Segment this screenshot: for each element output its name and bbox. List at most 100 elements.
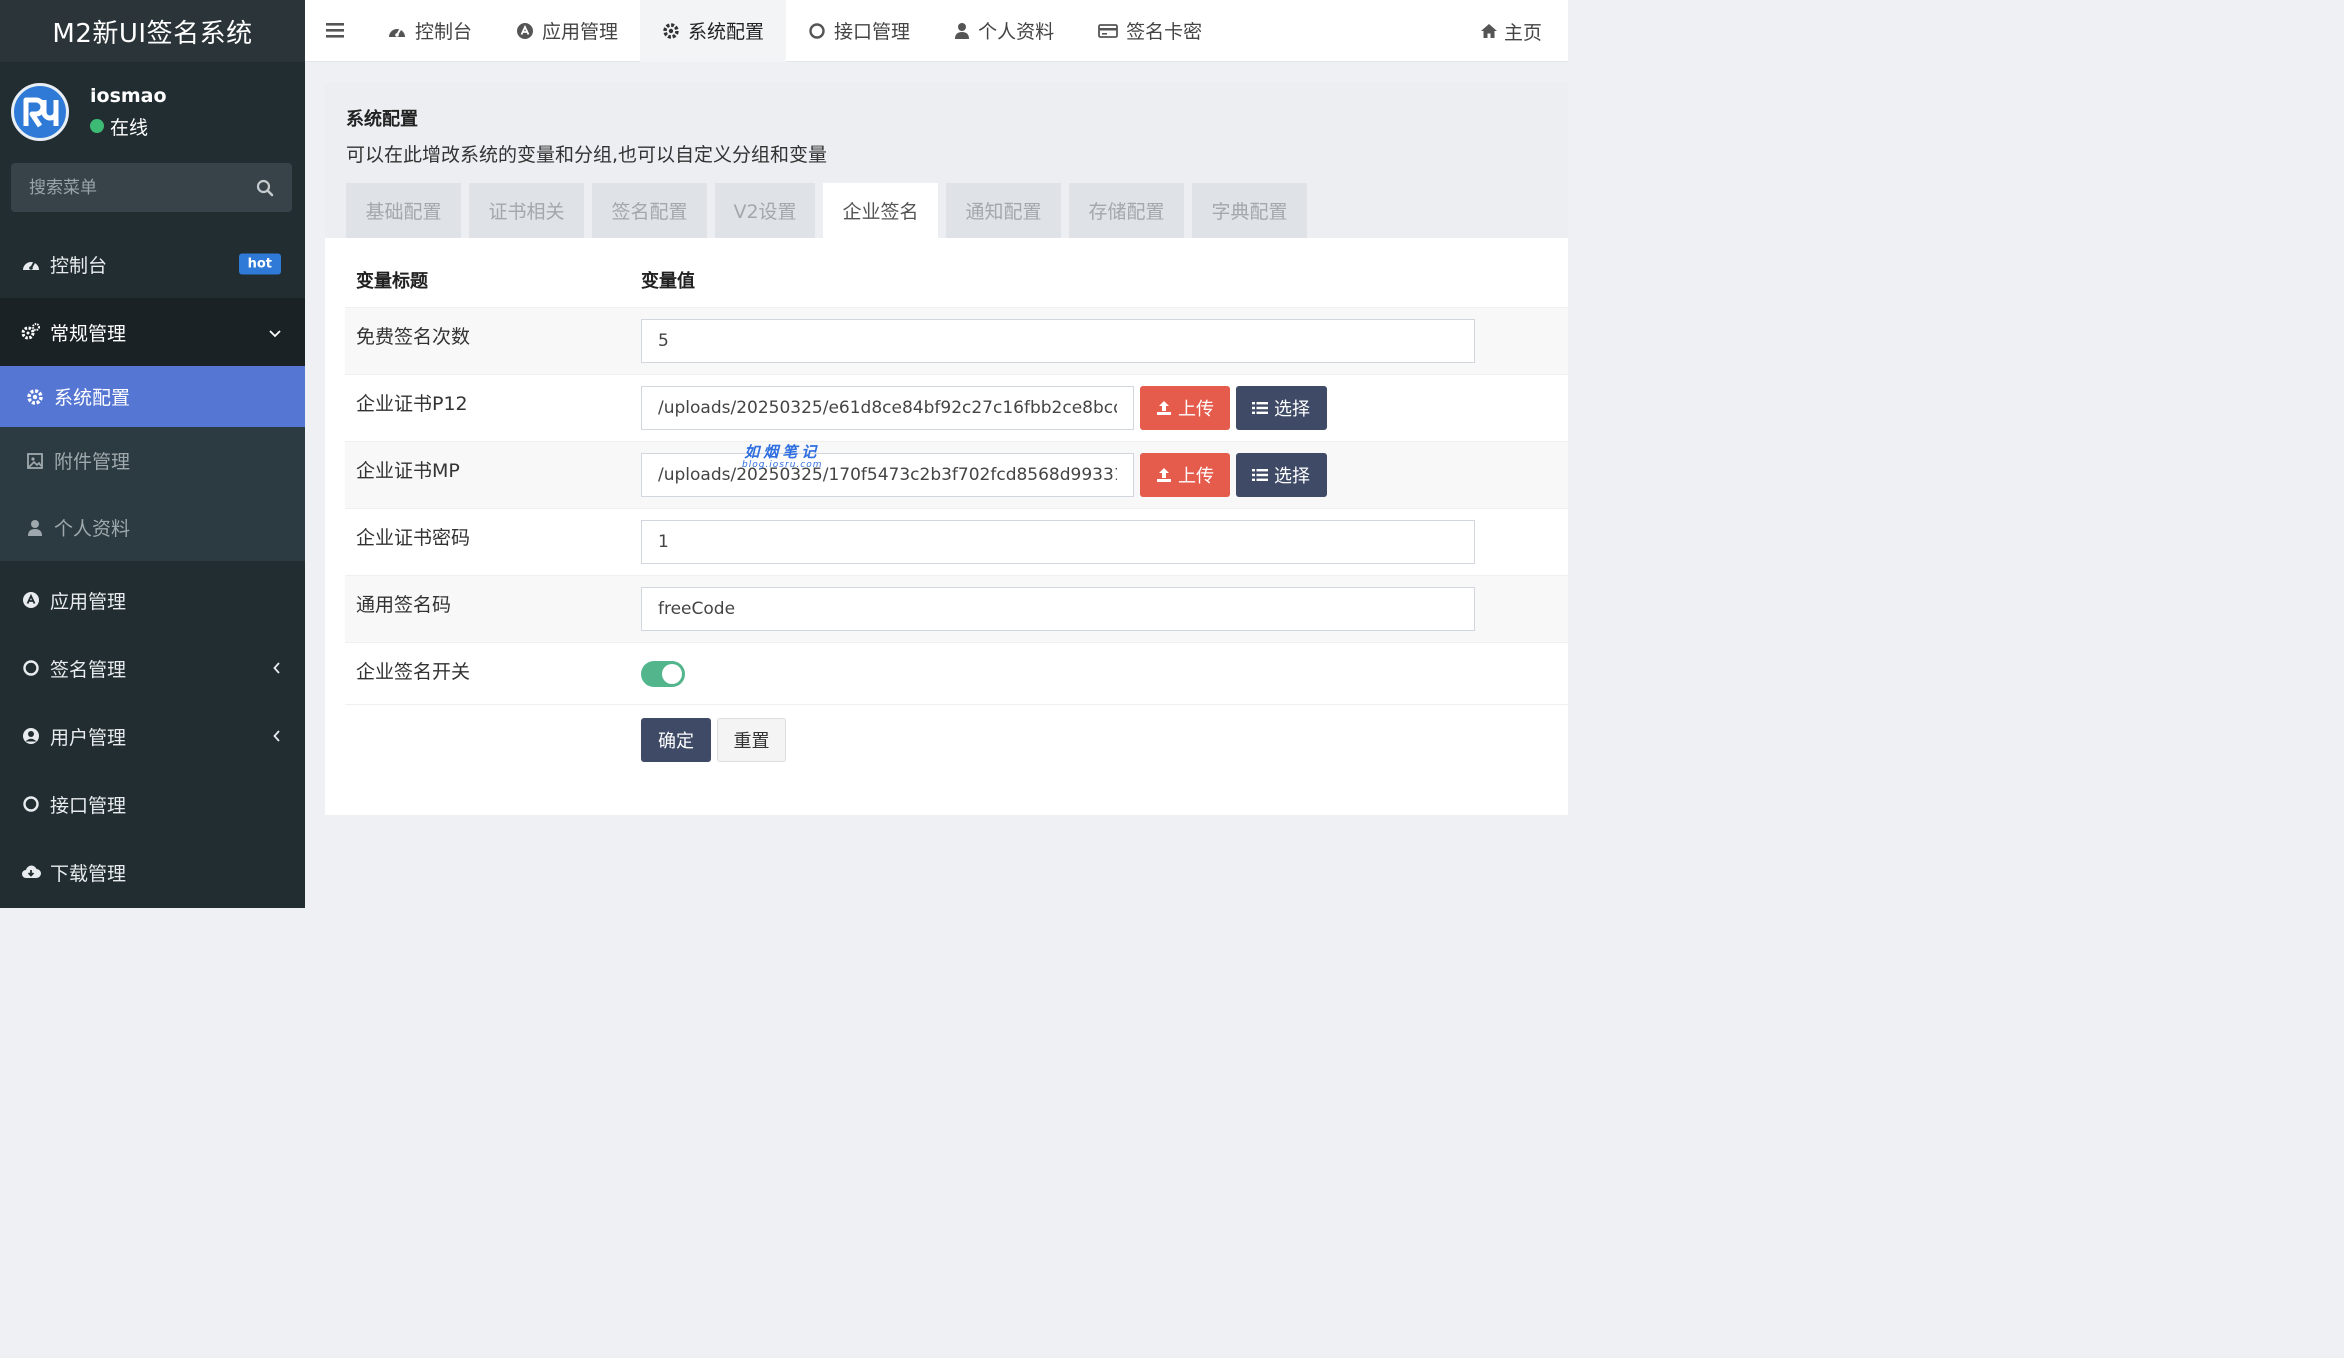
- nav-profile[interactable]: 个人资料: [932, 0, 1076, 62]
- gear-icon: [662, 22, 680, 40]
- sidebar-item-label: 常规管理: [50, 322, 127, 345]
- dashboard-icon: [387, 22, 407, 40]
- nav-home[interactable]: 主页: [1480, 0, 1542, 62]
- nav-sign-cards[interactable]: 签名卡密: [1076, 0, 1224, 62]
- app-icon: [516, 22, 534, 40]
- sidebar-item-signing[interactable]: 签名管理: [0, 634, 305, 702]
- sidebar-submenu: 系统配置 附件管理 个人资料: [0, 366, 305, 561]
- p12-path-input[interactable]: [641, 386, 1134, 430]
- tab-dictionary[interactable]: 字典配置: [1192, 183, 1307, 238]
- confirm-button[interactable]: 确定: [641, 717, 711, 762]
- nav-label: 应用管理: [542, 21, 619, 43]
- sidebar-item-label: 接口管理: [50, 794, 127, 817]
- upload-icon: [1156, 467, 1172, 483]
- p12-upload-button[interactable]: 上传: [1140, 386, 1230, 430]
- watermark: 如烟笔记 blog.iosru.com: [742, 441, 822, 470]
- sidebar-item-system-config[interactable]: 系统配置: [0, 366, 305, 427]
- avatar: [11, 83, 69, 141]
- col-value-header: 变量值: [641, 271, 695, 292]
- tab-notify[interactable]: 通知配置: [946, 183, 1061, 238]
- dashboard-icon: [21, 254, 41, 274]
- online-dot-icon: [90, 119, 104, 133]
- nav-label: 系统配置: [688, 21, 765, 43]
- circle-icon: [21, 794, 41, 814]
- p12-select-button[interactable]: 选择: [1236, 386, 1327, 430]
- sidebar-item-api[interactable]: 接口管理: [0, 770, 305, 838]
- tab-storage[interactable]: 存储配置: [1069, 183, 1184, 238]
- tab-enterprise[interactable]: 企业签名: [823, 183, 938, 238]
- nav-label: 签名卡密: [1126, 21, 1203, 43]
- user-status: 在线: [90, 113, 167, 140]
- row-label: 免费签名次数: [356, 326, 471, 348]
- row-label: 企业证书P12: [356, 393, 468, 415]
- circle-icon: [21, 658, 41, 678]
- chevron-down-icon: [269, 321, 281, 343]
- table-row: 企业证书密码: [345, 508, 1568, 575]
- menu-search-input[interactable]: [29, 177, 229, 198]
- upload-icon: [1156, 400, 1172, 416]
- search-icon[interactable]: [256, 179, 274, 197]
- home-label: 主页: [1503, 21, 1542, 44]
- config-panel: 系统配置 可以在此增改系统的变量和分组,也可以自定义分组和变量 基础配置 证书相…: [325, 83, 1568, 815]
- tab-v2[interactable]: V2设置: [715, 183, 815, 238]
- table-row: 企业证书P12 上传 选择: [345, 374, 1568, 441]
- cert-password-input[interactable]: [641, 520, 1475, 564]
- gear-icon: [25, 387, 45, 407]
- mp-path-input[interactable]: [641, 453, 1134, 497]
- card-icon: [1098, 23, 1118, 39]
- tab-basic[interactable]: 基础配置: [346, 183, 461, 238]
- sidebar-item-attachments[interactable]: 附件管理: [0, 427, 305, 494]
- table-row: 免费签名次数: [345, 307, 1568, 374]
- sidebar-item-users[interactable]: 用户管理: [0, 702, 305, 770]
- hot-badge: hot: [238, 253, 281, 275]
- select-label: 选择: [1274, 399, 1310, 420]
- user-icon: [25, 518, 45, 538]
- sidebar-item-profile[interactable]: 个人资料: [0, 494, 305, 561]
- sidebar-item-dashboard[interactable]: 控制台 hot: [0, 230, 305, 298]
- form-actions: 确定 重置: [345, 704, 1568, 774]
- page-title: 系统配置: [346, 109, 418, 130]
- tab-certificate[interactable]: 证书相关: [469, 183, 584, 238]
- sidebar-item-label: 附件管理: [54, 451, 131, 473]
- sidebar-item-general[interactable]: 常规管理: [0, 298, 305, 366]
- sidebar-menu: 控制台 hot 常规管理 系统配置 附件管理 个人资料 应用管理 签名管理 用户…: [0, 230, 305, 906]
- nav-label: 接口管理: [834, 21, 911, 43]
- enterprise-sign-toggle[interactable]: [641, 660, 685, 687]
- table-row: 企业签名开关: [345, 642, 1568, 704]
- logo-icon: [23, 97, 59, 128]
- sidebar-item-label: 下载管理: [50, 862, 127, 885]
- user-circle-icon: [21, 726, 41, 746]
- mp-select-button[interactable]: 选择: [1236, 453, 1327, 497]
- tab-signing[interactable]: 签名配置: [592, 183, 707, 238]
- free-sign-count-input[interactable]: [641, 319, 1475, 363]
- sidebar-item-label: 签名管理: [50, 658, 127, 681]
- sidebar-item-label: 用户管理: [50, 726, 127, 749]
- sign-code-input[interactable]: [641, 587, 1475, 631]
- upload-label: 上传: [1178, 399, 1214, 420]
- mp-upload-button[interactable]: 上传: [1140, 453, 1230, 497]
- nav-apps[interactable]: 应用管理: [494, 0, 640, 62]
- menu-toggle-icon[interactable]: [305, 0, 365, 62]
- top-navbar: 控制台 应用管理 系统配置 接口管理 个人资料 签名卡密 主页: [305, 0, 1568, 62]
- reset-button[interactable]: 重置: [717, 717, 786, 762]
- username: iosmao: [90, 84, 167, 107]
- toggle-knob: [662, 663, 682, 684]
- cloud-download-icon: [21, 862, 41, 882]
- table-row: 企业证书MP 上传 选择: [345, 441, 1568, 508]
- col-title-header: 变量标题: [356, 271, 428, 292]
- sidebar-item-apps[interactable]: 应用管理: [0, 566, 305, 634]
- sidebar-item-downloads[interactable]: 下载管理: [0, 838, 305, 906]
- nav-system-config[interactable]: 系统配置: [640, 0, 787, 62]
- circle-icon: [808, 22, 826, 40]
- sidebar-item-label: 系统配置: [54, 387, 131, 409]
- nav-dashboard[interactable]: 控制台: [365, 0, 494, 62]
- row-label: 通用签名码: [356, 594, 452, 616]
- nav-label: 个人资料: [978, 21, 1055, 43]
- upload-label: 上传: [1178, 466, 1214, 487]
- nav-api[interactable]: 接口管理: [786, 0, 932, 62]
- nav-label: 控制台: [415, 21, 473, 43]
- user-icon: [954, 22, 970, 40]
- sidebar-item-label: 个人资料: [54, 518, 131, 540]
- chevron-left-icon: [273, 725, 281, 747]
- home-icon: [1480, 23, 1498, 39]
